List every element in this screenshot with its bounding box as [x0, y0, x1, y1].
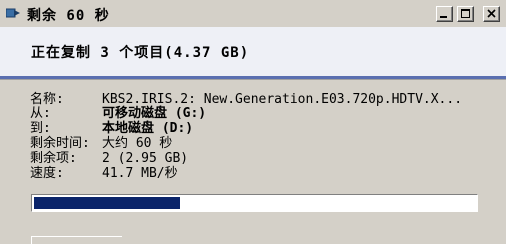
close-button[interactable]	[483, 6, 500, 22]
items-remaining-value: 2 (2.95 GB)	[102, 151, 189, 166]
progress-fill	[34, 197, 180, 209]
copy-progress-window: 剩余 60 秒 正在复制 3 个项目(4.37 GB) 名称: KBS2.IRI…	[0, 0, 506, 244]
detail-label: 从:	[30, 106, 51, 121]
window-title: 剩余 60 秒	[27, 8, 110, 24]
close-icon	[487, 9, 496, 18]
detail-label: 速度:	[30, 166, 64, 181]
minimize-button[interactable]	[436, 6, 453, 22]
header-divider	[0, 76, 506, 79]
copy-progress-bar	[31, 194, 478, 212]
speed-value: 41.7 MB/秒	[102, 166, 178, 181]
operation-header: 正在复制 3 个项目(4.37 GB)	[0, 27, 506, 80]
maximize-icon	[461, 9, 470, 18]
source-drive-link[interactable]: 可移动磁盘 (G:)	[102, 106, 206, 122]
destination-drive-link[interactable]: 本地磁盘 (D:)	[102, 121, 193, 137]
minimize-icon	[440, 16, 447, 18]
operation-summary: 正在复制 3 个项目(4.37 GB)	[31, 45, 250, 61]
detail-label: 到:	[30, 121, 51, 136]
detail-label: 剩余项:	[30, 151, 77, 166]
time-remaining-value: 大约 60 秒	[102, 136, 173, 151]
copy-files-icon	[6, 8, 20, 18]
detail-label: 剩余时间:	[30, 136, 90, 151]
maximize-button[interactable]	[457, 6, 474, 22]
title-bar[interactable]: 剩余 60 秒	[0, 0, 506, 27]
